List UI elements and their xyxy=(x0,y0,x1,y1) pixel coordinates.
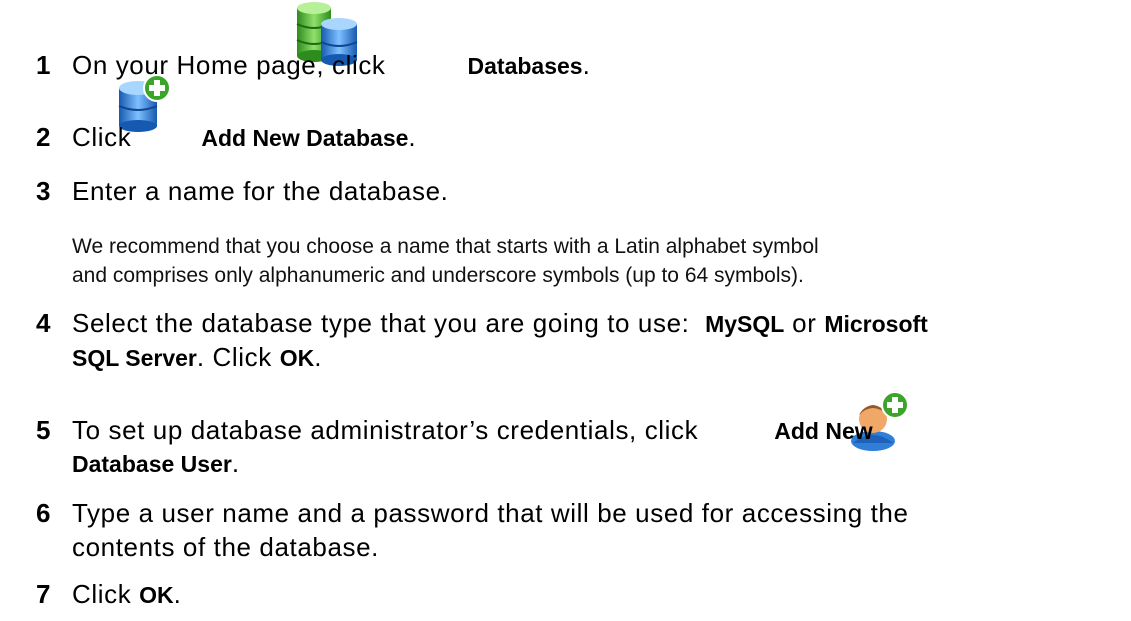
step-number: 6 xyxy=(36,498,52,528)
step-5-cont: Database User. xyxy=(72,448,240,478)
step-number: 5 xyxy=(36,415,52,445)
step-7: 7 Click OK. xyxy=(36,579,182,609)
databases-label: Databases xyxy=(467,53,583,79)
step-6-cont: contents of the database. xyxy=(72,532,379,562)
step-4: 4 Select the database type that you are g… xyxy=(36,308,928,338)
ok-label: OK xyxy=(139,582,174,608)
step-5: 5 To set up database administrator’s cred… xyxy=(36,415,873,445)
step-2: 2 Click Add New Database. xyxy=(36,122,417,152)
step-number: 7 xyxy=(36,579,52,609)
database-user-label: Database User xyxy=(72,451,232,477)
step-1: 1 On your Home page, click Databases. xyxy=(36,50,591,80)
step-text: Enter a name for the database. xyxy=(72,176,449,206)
step-4-cont: SQL Server. Click OK. xyxy=(72,342,323,372)
step-number: 4 xyxy=(36,308,52,338)
add-new-database-label: Add New Database xyxy=(201,125,409,151)
step-text: On your Home page, click xyxy=(72,50,386,80)
step-number: 2 xyxy=(36,122,52,152)
sql-server-label: SQL Server xyxy=(72,345,197,371)
mysql-label: MySQL xyxy=(705,311,785,337)
step-number: 3 xyxy=(36,176,52,206)
step-6: 6 Type a user name and a password that wi… xyxy=(36,498,909,528)
add-new-label: Add New xyxy=(774,418,873,444)
ok-label: OK xyxy=(279,345,315,371)
step-text: Click xyxy=(72,122,132,152)
step-3-note: We recommend that you choose a name that… xyxy=(72,235,819,287)
microsoft-label: Microsoft xyxy=(824,311,928,337)
step-3: 3 Enter a name for the database. xyxy=(36,174,1111,208)
step-number: 1 xyxy=(36,50,52,80)
